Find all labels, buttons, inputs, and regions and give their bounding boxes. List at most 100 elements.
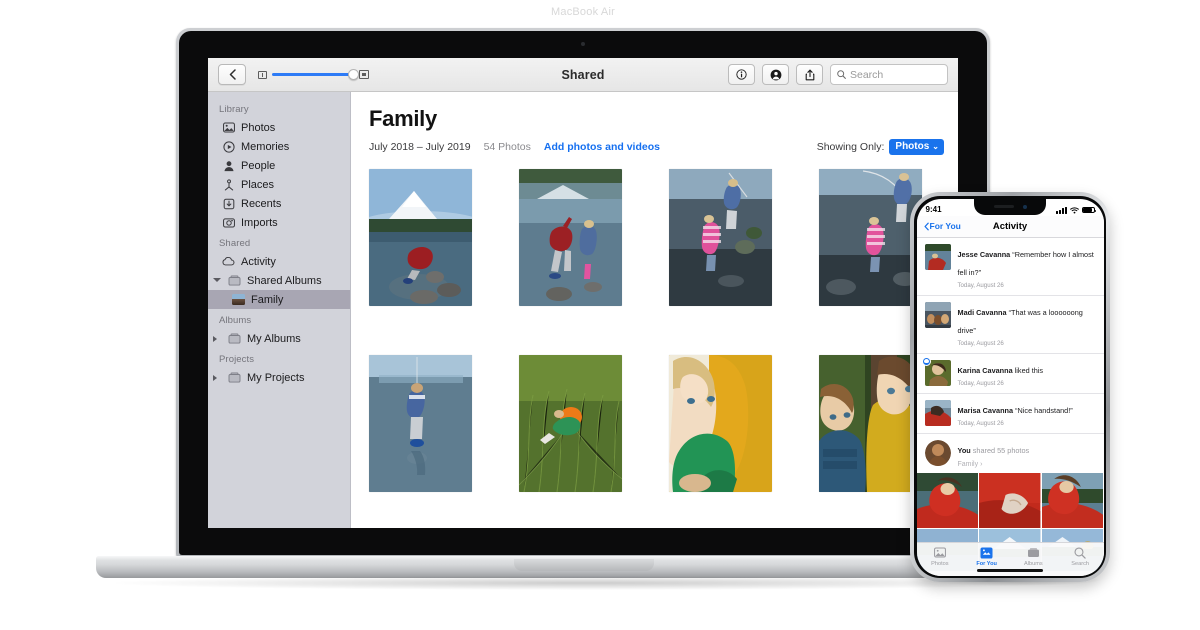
chevron-down-icon: ⌄ xyxy=(932,142,939,151)
shared-post-line: You shared 55 photos xyxy=(958,446,1030,455)
people-icon xyxy=(770,69,781,80)
folder-icon xyxy=(228,274,241,287)
sidebar-item-label: Shared Albums xyxy=(247,274,322,287)
activity-message: Marisa Cavanna “Nice handstand!” xyxy=(958,406,1073,415)
sidebar-item-imports[interactable]: Imports xyxy=(208,213,350,232)
activity-comment: liked this xyxy=(1012,365,1044,375)
tab-albums[interactable]: Albums xyxy=(1010,547,1057,567)
activity-timestamp: Today, August 26 xyxy=(957,419,1004,427)
photo-thumbnail[interactable] xyxy=(519,354,622,492)
wifi-icon xyxy=(1069,206,1079,214)
showing-only-dropdown[interactable]: Photos ⌄ xyxy=(889,139,944,155)
tab-search[interactable]: Search xyxy=(1057,546,1104,567)
sidebar-item-photos[interactable]: Photos xyxy=(208,118,350,137)
share-button[interactable] xyxy=(796,64,823,85)
macbook-screen: Shared Search Library Photos Memories Pe… xyxy=(208,58,958,528)
activity-author: Jesse Cavanna xyxy=(957,249,1011,259)
disclosure-triangle-closed[interactable] xyxy=(213,335,222,342)
photo-thumbnail[interactable] xyxy=(1042,472,1104,528)
sidebar-header-shared: Shared xyxy=(219,238,251,249)
status-indicators xyxy=(1055,206,1096,214)
photo-thumbnail[interactable] xyxy=(369,354,472,492)
share-icon xyxy=(805,69,814,80)
screenshot-canvas: Shared Search Library Photos Memories Pe… xyxy=(0,0,1200,630)
earpiece-speaker-icon xyxy=(993,205,1014,208)
person-icon xyxy=(222,159,235,172)
disclosure-triangle-open[interactable] xyxy=(213,276,222,285)
photo-thumbnail[interactable] xyxy=(819,354,922,492)
iphone-bezel: 9:41 For You Activity Jesse Cavanna “Rem… xyxy=(914,196,1106,578)
status-time: 9:41 xyxy=(925,204,942,214)
sidebar-item-label: Places xyxy=(241,178,275,191)
search-tab-icon xyxy=(1074,546,1087,559)
disclosure-triangle-closed[interactable] xyxy=(213,374,222,381)
activity-list-item[interactable]: Marisa Cavanna “Nice handstand!” Today, … xyxy=(916,394,1104,434)
avatar xyxy=(924,439,951,466)
sidebar-item-activity[interactable]: Activity xyxy=(208,252,350,271)
chevron-right-icon: › xyxy=(980,460,983,468)
home-indicator[interactable] xyxy=(977,568,1043,572)
shared-post-header[interactable]: You shared 55 photos Family › xyxy=(917,434,1104,473)
photo-thumbnail[interactable] xyxy=(916,472,978,528)
sidebar-item-label: Photos xyxy=(241,121,276,134)
sidebar-item-label: My Albums xyxy=(247,332,301,345)
tab-photos[interactable]: Photos xyxy=(917,547,964,567)
album-date-range: July 2018 – July 2019 xyxy=(369,140,471,153)
battery-icon xyxy=(1081,206,1096,214)
slider-track[interactable] xyxy=(272,69,359,80)
sidebar-item-label: Activity xyxy=(241,255,276,268)
photo-thumbnail[interactable] xyxy=(369,168,472,306)
folder-icon xyxy=(228,332,241,345)
info-icon xyxy=(736,69,747,80)
memories-icon xyxy=(222,140,235,153)
sidebar-item-memories[interactable]: Memories xyxy=(208,137,350,156)
sidebar-item-shared-albums[interactable]: Shared Albums xyxy=(208,271,350,290)
sidebar-header-albums: Albums xyxy=(219,315,252,326)
for-you-tab-icon xyxy=(980,546,993,559)
photo-thumbnail[interactable] xyxy=(669,168,772,306)
tab-for-you[interactable]: For You xyxy=(963,546,1010,567)
macbook-base-notch xyxy=(514,559,654,571)
search-input[interactable]: Search xyxy=(830,64,948,85)
add-photos-and-videos-link[interactable]: Add photos and videos xyxy=(544,141,660,153)
photo-thumbnail[interactable] xyxy=(669,354,772,492)
activity-list-item[interactable]: Karina Cavanna liked this Today, August … xyxy=(916,354,1104,394)
photo-thumbnail[interactable] xyxy=(819,168,922,306)
macbook-bezel: Shared Search Library Photos Memories Pe… xyxy=(179,31,987,555)
sidebar-header-projects: Projects xyxy=(219,354,255,365)
photo-thumbnail[interactable] xyxy=(519,168,622,306)
activity-timestamp: Today, August 26 xyxy=(957,379,1004,387)
people-button[interactable] xyxy=(762,64,789,85)
activity-author: Karina Cavanna xyxy=(957,365,1013,375)
activity-comment: “Nice handstand!” xyxy=(1013,405,1073,415)
macbook-lid: Shared Search Library Photos Memories Pe… xyxy=(176,6,990,558)
activity-list-item[interactable]: Jesse Cavanna “Remember how I almost fel… xyxy=(916,238,1104,296)
slider-knob[interactable] xyxy=(348,69,359,80)
sidebar-item-family[interactable]: Family xyxy=(208,290,350,309)
sidebar-item-my-albums[interactable]: My Albums xyxy=(208,329,350,348)
folder-icon xyxy=(228,371,241,384)
album-meta-row: July 2018 – July 2019 54 Photos Add phot… xyxy=(369,139,958,155)
zoom-large-icon xyxy=(359,70,369,79)
shared-post-album[interactable]: Family › xyxy=(958,459,1030,468)
activity-list-item[interactable]: Madi Cavanna “That was a loooooong drive… xyxy=(916,296,1104,354)
activity-thumbnail xyxy=(924,301,951,328)
sidebar-item-label: People xyxy=(241,159,276,172)
sidebar-item-label: My Projects xyxy=(247,371,305,384)
back-button[interactable] xyxy=(218,64,246,85)
activity-thumbnail xyxy=(924,243,951,270)
tab-label: Search xyxy=(1071,560,1089,567)
info-button[interactable] xyxy=(728,64,755,85)
sidebar-header-library: Library xyxy=(219,104,249,115)
iphone-frame: 9:41 For You Activity Jesse Cavanna “Rem… xyxy=(910,192,1110,582)
album-photo-count: 54 Photos xyxy=(483,140,531,153)
sidebar-item-people[interactable]: People xyxy=(208,156,350,175)
shared-post-text: You shared 55 photos Family › xyxy=(958,440,1030,468)
sidebar-item-label: Imports xyxy=(241,216,278,229)
sidebar-item-recents[interactable]: Recents xyxy=(208,194,350,213)
thumbnail-size-slider[interactable] xyxy=(258,69,369,80)
signal-icon xyxy=(1055,206,1067,214)
sidebar-item-my-projects[interactable]: My Projects xyxy=(208,368,350,387)
photo-thumbnail[interactable] xyxy=(979,472,1041,528)
sidebar-item-places[interactable]: Places xyxy=(208,175,350,194)
